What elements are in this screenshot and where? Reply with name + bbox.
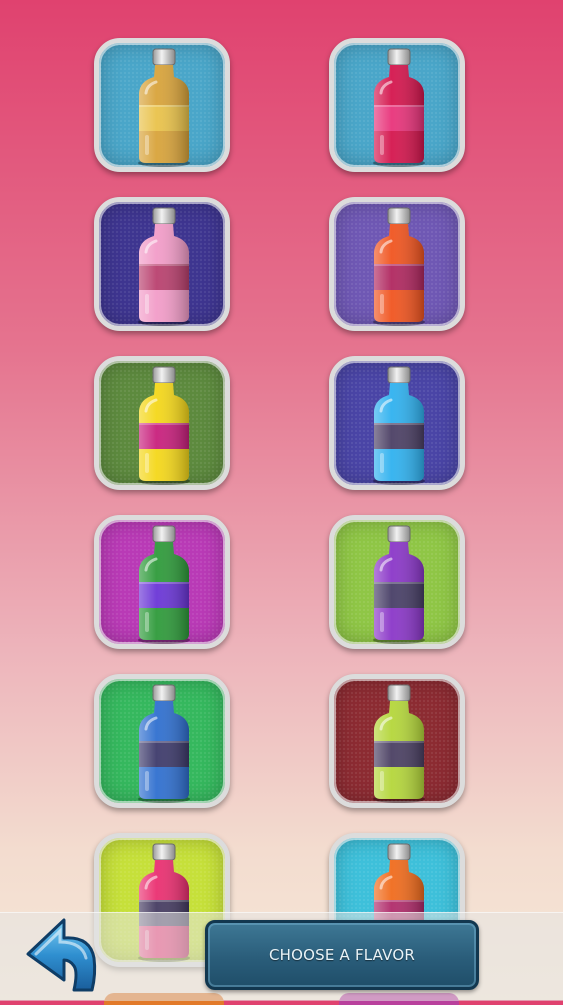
flavor-tile[interactable]	[329, 674, 465, 808]
flavor-tile[interactable]	[94, 674, 230, 808]
flavor-tile[interactable]	[329, 38, 465, 172]
back-arrow-icon	[26, 918, 97, 992]
flavor-tile[interactable]	[329, 515, 465, 649]
bottle-icon	[138, 366, 190, 485]
back-button[interactable]	[24, 914, 100, 994]
bottle-icon	[373, 207, 425, 326]
flavor-tile[interactable]	[94, 356, 230, 490]
bottle-icon	[373, 366, 425, 485]
bottle-icon	[138, 684, 190, 803]
flavor-tile[interactable]	[94, 515, 230, 649]
choose-flavor-label: CHOOSE A FLAVOR	[268, 946, 416, 964]
flavor-tile[interactable]	[94, 197, 230, 331]
flavor-grid	[0, 0, 563, 1000]
bottle-icon	[373, 525, 425, 644]
choose-flavor-panel: CHOOSE A FLAVOR	[205, 920, 479, 990]
bottle-icon	[373, 684, 425, 803]
bottle-icon	[138, 48, 190, 167]
flavor-tile[interactable]	[329, 197, 465, 331]
flavor-tile[interactable]	[329, 356, 465, 490]
bottle-icon	[373, 48, 425, 167]
bottle-icon	[138, 525, 190, 644]
flavor-tile[interactable]	[94, 38, 230, 172]
bottle-icon	[138, 207, 190, 326]
